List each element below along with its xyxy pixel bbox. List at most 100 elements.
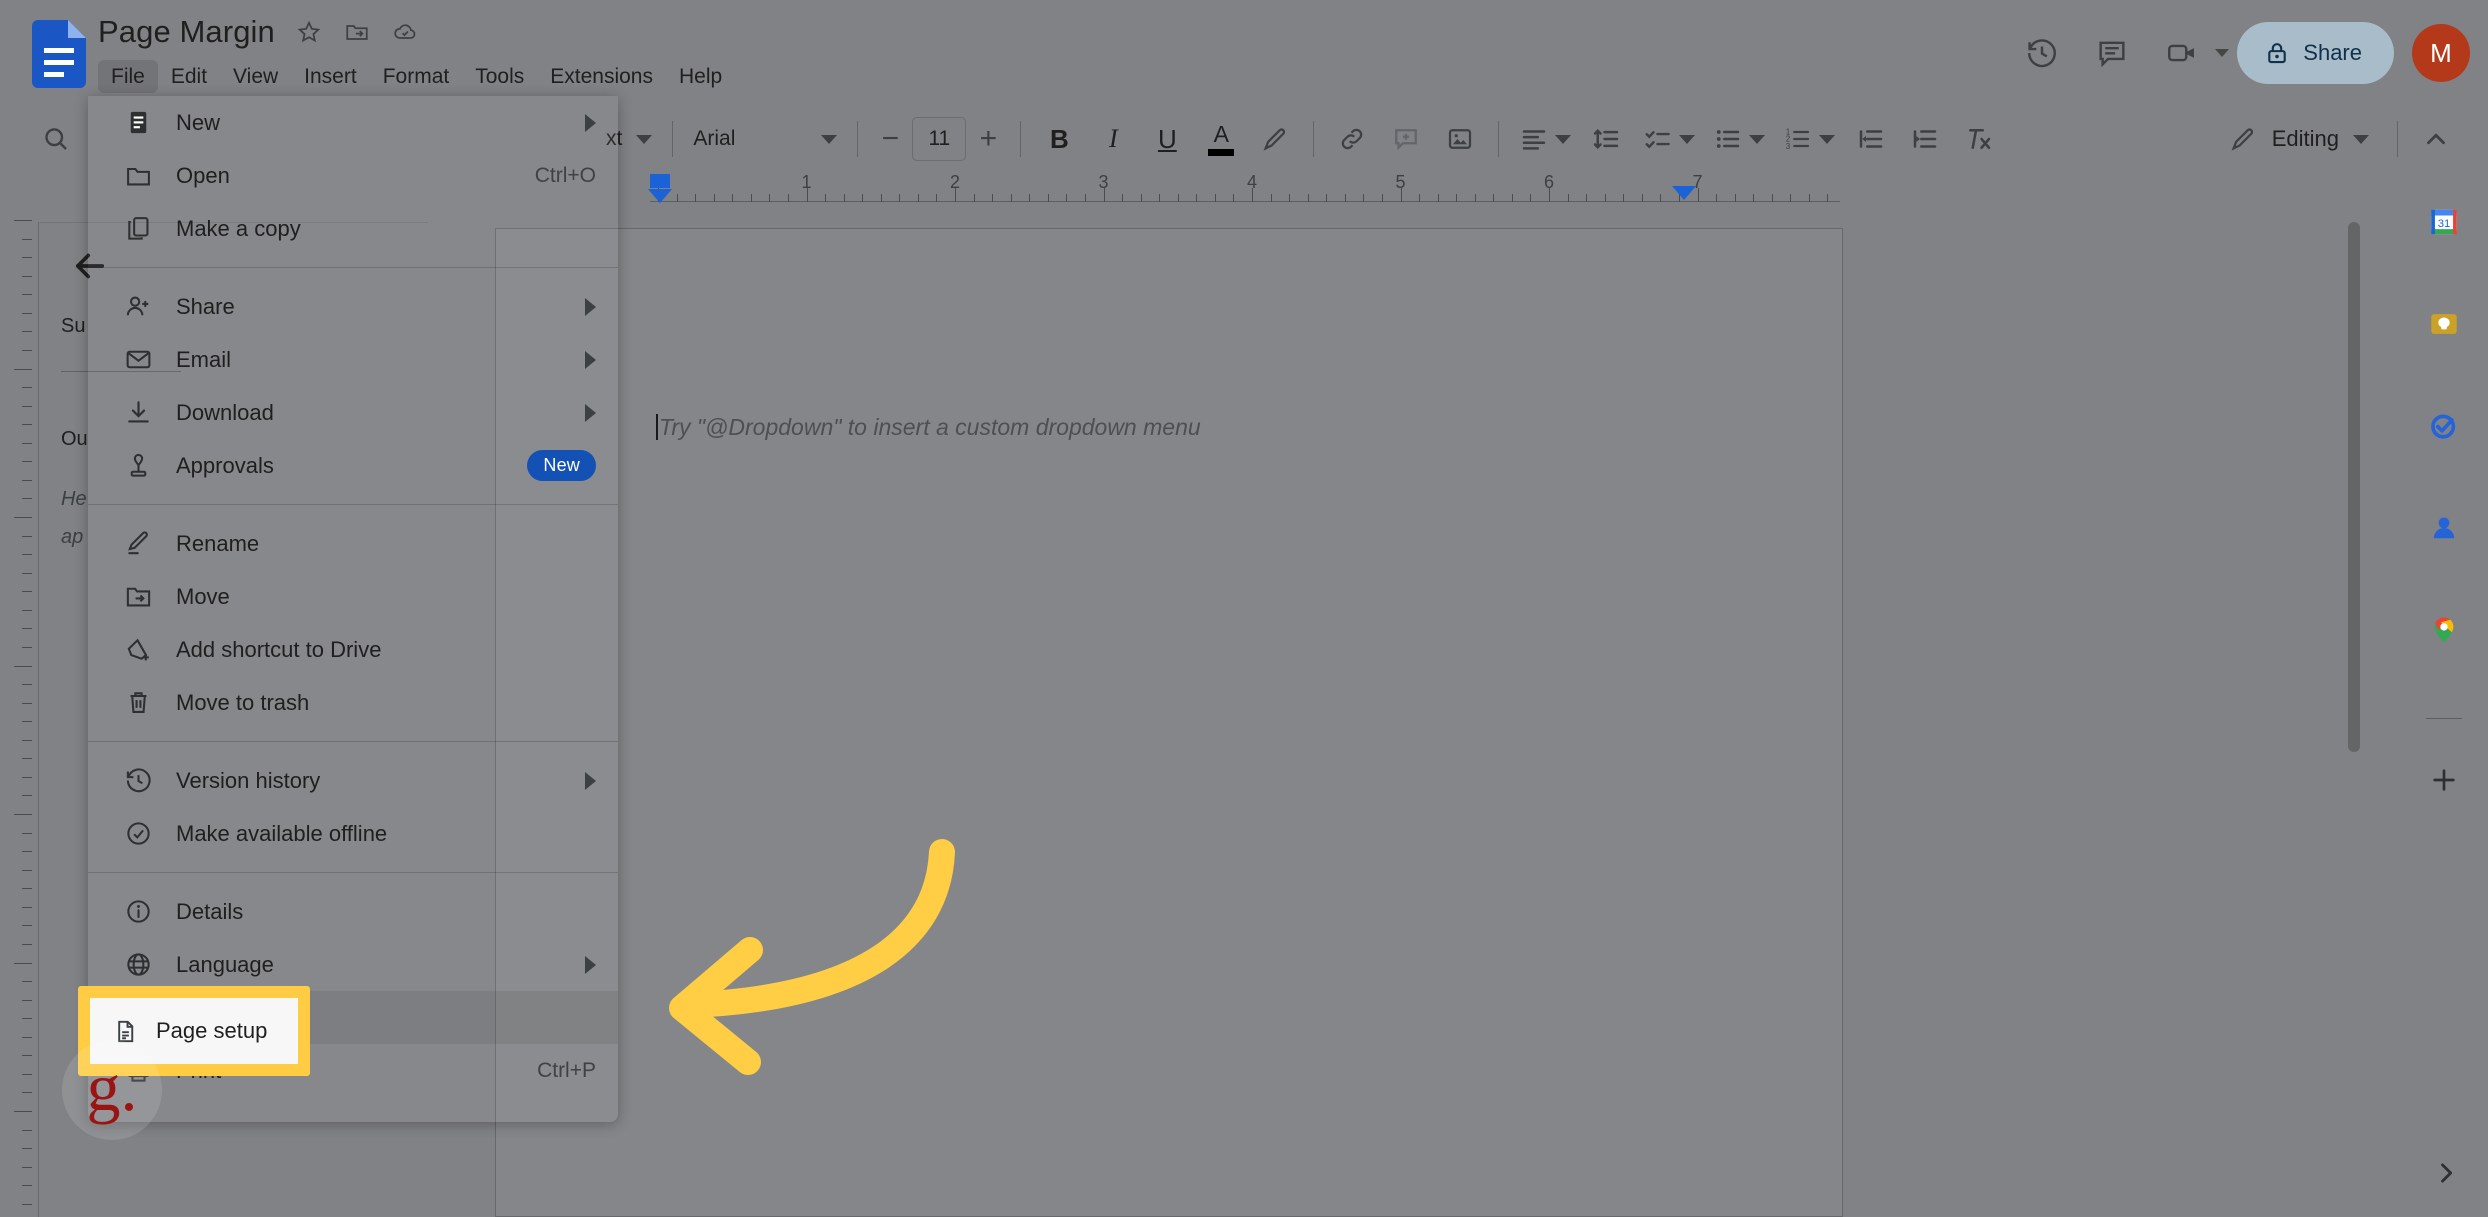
- vertical-scrollbar[interactable]: [2348, 222, 2360, 1217]
- insert-image-icon[interactable]: [1434, 113, 1486, 165]
- menu-item-version-history[interactable]: Version history: [88, 754, 618, 807]
- menu-item-share[interactable]: Share: [88, 280, 618, 333]
- google-maps-icon[interactable]: [2416, 602, 2472, 658]
- menu-help[interactable]: Help: [666, 60, 735, 93]
- expand-panel-button[interactable]: [2426, 1153, 2466, 1193]
- add-addon-icon[interactable]: [2416, 752, 2472, 808]
- menu-insert[interactable]: Insert: [291, 60, 370, 93]
- underline-button[interactable]: U: [1141, 113, 1193, 165]
- text-color-button[interactable]: A: [1195, 113, 1247, 165]
- menu-item-add-shortcut-to-drive[interactable]: Add shortcut to Drive: [88, 623, 618, 676]
- menu-item-approvals[interactable]: Approvals New: [88, 439, 618, 492]
- placeholder-label: Try "@Dropdown" to insert a custom dropd…: [659, 414, 1201, 440]
- vruler-tick: [22, 1036, 32, 1038]
- indent-marker-right[interactable]: [1672, 186, 1696, 200]
- menu-file[interactable]: File: [98, 59, 158, 93]
- page-title[interactable]: Page Margin: [98, 14, 275, 50]
- menu-tools[interactable]: Tools: [462, 60, 537, 93]
- google-tasks-icon[interactable]: [2416, 398, 2472, 454]
- menu-extensions[interactable]: Extensions: [537, 60, 666, 93]
- google-keep-icon[interactable]: [2416, 296, 2472, 352]
- ruler-tick: [1084, 194, 1086, 202]
- google-contacts-icon[interactable]: [2416, 500, 2472, 556]
- add-comment-icon[interactable]: [1380, 113, 1432, 165]
- menu-item-download[interactable]: Download: [88, 386, 618, 439]
- search-icon[interactable]: [28, 111, 84, 167]
- ruler-number: 4: [1246, 172, 1258, 192]
- menu-item-language[interactable]: Language: [88, 938, 618, 991]
- vruler-tick: [22, 257, 32, 259]
- menu-item-move[interactable]: Move: [88, 570, 618, 623]
- menu-item-rename[interactable]: Rename: [88, 517, 618, 570]
- vruler-tick: [22, 554, 32, 556]
- document-placeholder-text[interactable]: Try "@Dropdown" to insert a custom dropd…: [656, 414, 1201, 441]
- scrollbar-thumb[interactable]: [2348, 222, 2360, 752]
- document-page[interactable]: Try "@Dropdown" to insert a custom dropd…: [495, 228, 1843, 1217]
- vruler-tick: [22, 424, 32, 426]
- menu-item-make-available-offline[interactable]: Make available offline: [88, 807, 618, 860]
- collapse-toolbar-button[interactable]: [2410, 113, 2462, 165]
- saved-to-drive-icon[interactable]: [391, 18, 419, 46]
- numbered-list-icon[interactable]: 1 2 3: [1775, 113, 1843, 165]
- divider: [1498, 121, 1500, 157]
- google-calendar-icon[interactable]: 31: [2416, 194, 2472, 250]
- menu-item-label: Add shortcut to Drive: [176, 636, 382, 662]
- increase-font-size-button[interactable]: +: [968, 124, 1008, 154]
- menu-item-details[interactable]: Details: [88, 885, 618, 938]
- vruler-tick: [22, 405, 32, 407]
- link-icon[interactable]: [1326, 113, 1378, 165]
- font-family-dropdown[interactable]: Arial: [685, 127, 845, 151]
- menu-item-open[interactable]: Open Ctrl+O: [88, 149, 618, 202]
- vruler-tick: [22, 832, 32, 834]
- star-icon[interactable]: [295, 18, 323, 46]
- vruler-tick: [22, 461, 32, 463]
- decrease-indent-icon[interactable]: [1845, 113, 1897, 165]
- meet-camera-icon[interactable]: [2151, 22, 2213, 84]
- line-spacing-icon[interactable]: [1581, 113, 1633, 165]
- checklist-icon[interactable]: [1635, 113, 1703, 165]
- menu-item-make-a-copy[interactable]: Make a copy: [88, 202, 618, 255]
- ruler-tick: [1771, 194, 1773, 202]
- menu-item-label: Details: [176, 898, 244, 924]
- align-icon[interactable]: [1511, 113, 1579, 165]
- drive-shortcut-icon: [118, 630, 158, 670]
- decrease-font-size-button[interactable]: −: [870, 124, 910, 154]
- bold-button[interactable]: B: [1033, 113, 1085, 165]
- indent-marker-left[interactable]: [648, 174, 672, 203]
- avatar[interactable]: M: [2412, 24, 2470, 82]
- font-size-input[interactable]: 11: [912, 117, 967, 161]
- vruler-tick: [14, 517, 32, 518]
- vruler-tick: [22, 275, 32, 277]
- move-to-folder-icon[interactable]: [343, 18, 371, 46]
- text-color-label: A: [1213, 120, 1230, 147]
- meet-button[interactable]: [2151, 22, 2230, 84]
- highlight-pen-icon[interactable]: [1249, 113, 1301, 165]
- version-history-icon[interactable]: [2011, 22, 2073, 84]
- chevron-down-icon[interactable]: [2215, 49, 2230, 57]
- menu-item-label: Make a copy: [176, 215, 301, 241]
- vruler-tick: [22, 925, 32, 927]
- bulleted-list-icon[interactable]: [1705, 113, 1773, 165]
- comment-icon[interactable]: [2081, 22, 2143, 84]
- menu-item-label: Move: [176, 583, 230, 609]
- share-button[interactable]: Share: [2237, 22, 2394, 84]
- menu-item-move-to-trash[interactable]: Move to trash: [88, 676, 618, 729]
- clear-formatting-icon[interactable]: [1953, 113, 2005, 165]
- ruler-tick: [1214, 194, 1216, 202]
- menu-view[interactable]: View: [220, 60, 291, 93]
- file-menu-dropdown[interactable]: New Open Ctrl+O Make a copy Share Email Downlo…: [88, 96, 618, 1122]
- ruler-tick: [917, 194, 919, 202]
- increase-indent-icon[interactable]: [1899, 113, 1951, 165]
- menu-format[interactable]: Format: [370, 60, 463, 93]
- vruler-tick: [14, 220, 32, 221]
- menu-edit[interactable]: Edit: [158, 60, 220, 93]
- ruler-tick: [1530, 194, 1532, 202]
- vruler-tick: [22, 1129, 32, 1131]
- editing-mode-button[interactable]: Editing: [2208, 111, 2385, 167]
- menu-item-label: Email: [176, 346, 232, 372]
- menu-item-label: Open: [176, 162, 230, 188]
- menu-item-email[interactable]: Email: [88, 333, 618, 386]
- menu-item-shortcut: Ctrl+P: [537, 1058, 596, 1082]
- menu-item-new[interactable]: New: [88, 96, 618, 149]
- italic-button[interactable]: I: [1087, 113, 1139, 165]
